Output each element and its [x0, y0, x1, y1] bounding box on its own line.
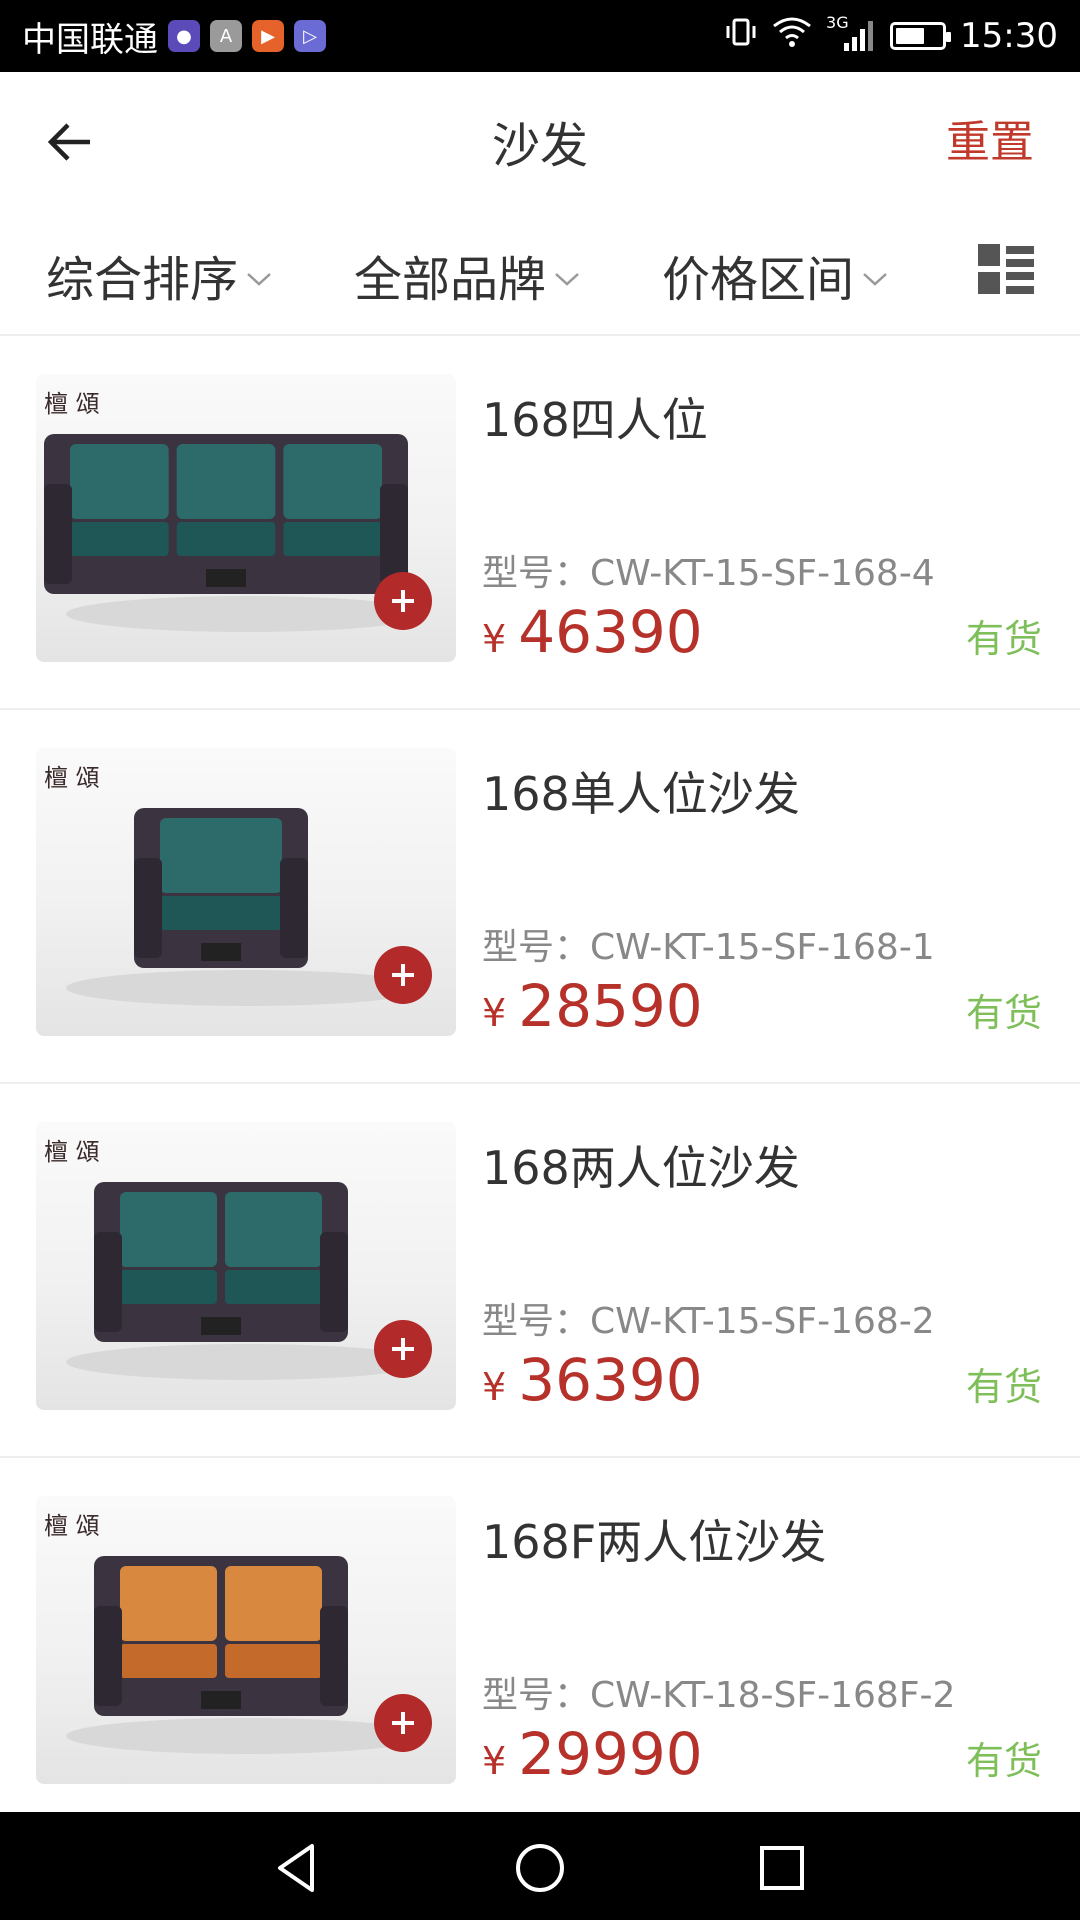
add-to-cart-button[interactable]: [374, 946, 432, 1004]
plus-icon: [392, 1712, 414, 1734]
circle-home-icon: [516, 1844, 564, 1892]
vibrate-icon: [724, 15, 758, 58]
filter-bar: 综合排序 全部品牌 价格区间: [0, 204, 1080, 336]
system-nav-bar: [0, 1812, 1080, 1920]
text-app-icon: A: [210, 20, 242, 52]
stock-status: 有货: [965, 617, 1042, 661]
reset-button[interactable]: 重置: [946, 106, 1034, 170]
product-item[interactable]: 檀 頌 168四人位 型号：CW-KT-15-SF-168-4 ¥ 46390 …: [0, 336, 1080, 710]
plus-icon: [392, 590, 414, 612]
signal-icon: 3G: [826, 13, 876, 53]
plus-icon: [392, 1338, 414, 1360]
play-app-icon: ▷: [294, 20, 326, 52]
product-name[interactable]: 168两人位沙发: [482, 1132, 800, 1198]
product-item[interactable]: 檀 頌 168两人位沙发 型号：CW-KT-15-SF-168-2 ¥ 3639…: [0, 1084, 1080, 1458]
stock-status: 有货: [965, 991, 1042, 1035]
product-model: 型号：CW-KT-15-SF-168-2: [482, 1301, 935, 1342]
add-to-cart-button[interactable]: [374, 1320, 432, 1378]
add-to-cart-button[interactable]: [374, 572, 432, 630]
carrier-label: 中国联通: [22, 19, 158, 60]
price-dropdown[interactable]: 价格区间: [662, 240, 888, 310]
add-to-cart-button[interactable]: [374, 1694, 432, 1752]
product-model: 型号：CW-KT-18-SF-168F-2: [482, 1675, 956, 1716]
brand-logo: 檀 頌: [44, 390, 100, 418]
nav-home-button[interactable]: [514, 1842, 566, 1894]
chevron-down-icon: [863, 273, 887, 286]
list-grid-icon: [978, 244, 1034, 294]
product-item[interactable]: 檀 頌 168F两人位沙发 型号：CW-KT-18-SF-168F-2 ¥ 29…: [0, 1458, 1080, 1832]
square-recents-icon: [760, 1846, 804, 1890]
currency-symbol: ¥: [482, 617, 507, 661]
currency-symbol: ¥: [482, 1739, 507, 1783]
brand-logo: 檀 頌: [44, 1512, 100, 1540]
currency-symbol: ¥: [482, 991, 507, 1035]
price-label: 价格区间: [662, 252, 855, 308]
stock-status: 有货: [965, 1365, 1042, 1409]
page-title: 沙发: [491, 118, 588, 174]
sort-dropdown[interactable]: 综合排序: [46, 240, 272, 310]
wifi-icon: [772, 16, 812, 57]
chevron-down-icon: [555, 273, 579, 286]
battery-icon: [890, 22, 952, 50]
product-model: 型号：CW-KT-15-SF-168-1: [482, 927, 935, 968]
video-app-icon: ▶: [252, 20, 284, 52]
chevron-down-icon: [247, 273, 271, 286]
price-value: 29990: [518, 1720, 703, 1788]
product-price: ¥ 28590: [482, 972, 703, 1040]
currency-symbol: ¥: [482, 1365, 507, 1409]
brand-logo: 檀 頌: [44, 1138, 100, 1166]
product-name[interactable]: 168F两人位沙发: [482, 1506, 826, 1572]
price-value: 28590: [518, 972, 703, 1040]
clock: 15:30: [960, 16, 1058, 56]
product-item[interactable]: 檀 頌 168单人位沙发 型号：CW-KT-15-SF-168-1 ¥ 2859…: [0, 710, 1080, 1084]
chat-app-icon: ●: [168, 20, 200, 52]
nav-recents-button[interactable]: [756, 1842, 808, 1894]
price-value: 46390: [518, 598, 703, 666]
stock-status: 有货: [965, 1739, 1042, 1783]
nav-back-button[interactable]: [272, 1842, 324, 1894]
layout-toggle-button[interactable]: [978, 244, 1034, 296]
price-value: 36390: [518, 1346, 703, 1414]
brand-label: 全部品牌: [354, 252, 547, 308]
product-name[interactable]: 168单人位沙发: [482, 758, 800, 824]
brand-dropdown[interactable]: 全部品牌: [354, 240, 580, 310]
status-bar: 中国联通 ● A ▶ ▷ 3G 15:30: [0, 0, 1080, 72]
brand-logo: 檀 頌: [44, 764, 100, 792]
product-price: ¥ 29990: [482, 1720, 703, 1788]
app-header: 沙发 重置: [0, 72, 1080, 204]
product-list: 檀 頌 168四人位 型号：CW-KT-15-SF-168-4 ¥ 46390 …: [0, 336, 1080, 1832]
sort-label: 综合排序: [46, 252, 239, 308]
product-price: ¥ 36390: [482, 1346, 703, 1414]
product-name[interactable]: 168四人位: [482, 384, 708, 450]
triangle-back-icon: [278, 1844, 314, 1892]
product-model: 型号：CW-KT-15-SF-168-4: [482, 553, 935, 594]
product-price: ¥ 46390: [482, 598, 703, 666]
plus-icon: [392, 964, 414, 986]
